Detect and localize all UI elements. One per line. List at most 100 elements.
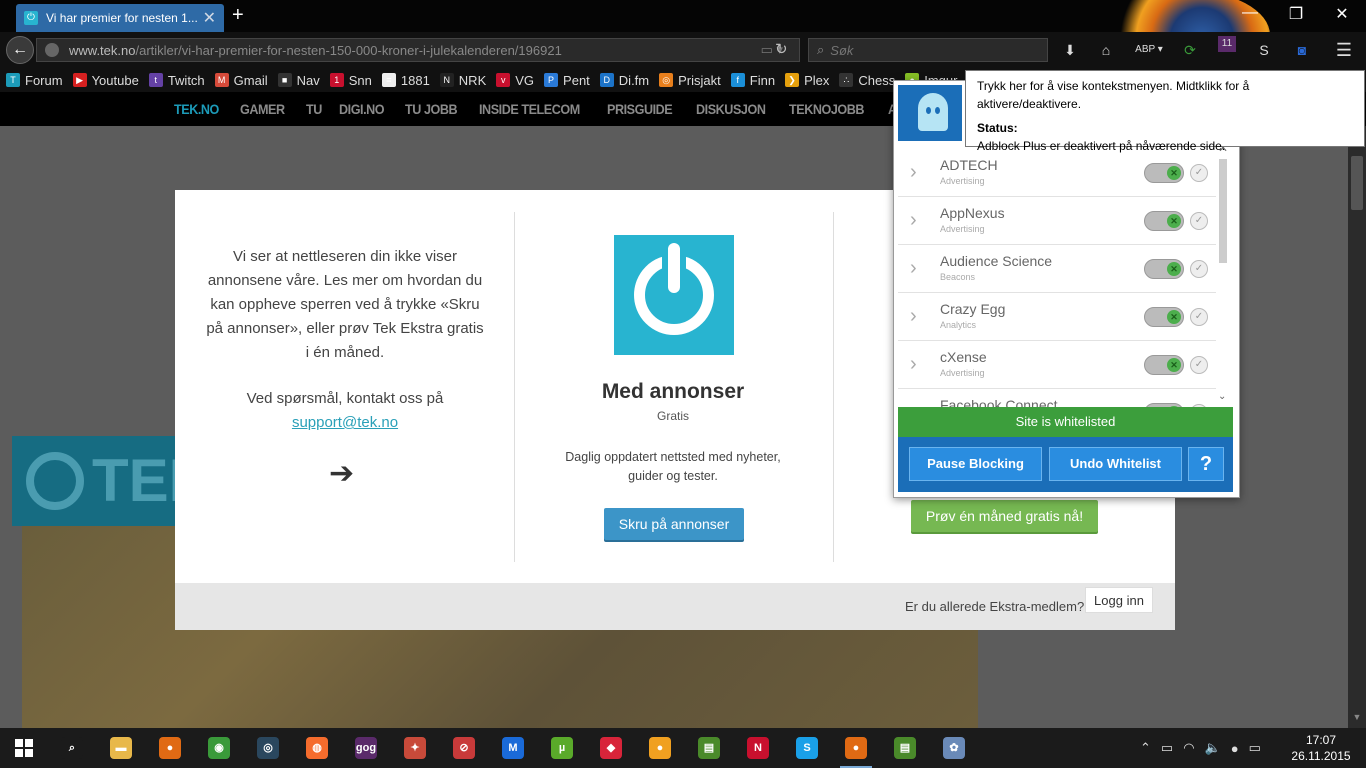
site-nav-diskusjon[interactable]: DISKUSJON bbox=[696, 101, 766, 117]
site-nav-digi-no[interactable]: DIGI.NO bbox=[339, 101, 385, 117]
taskbar-firefox-2[interactable]: ● bbox=[832, 728, 880, 768]
bookmark-finn[interactable]: f Finn bbox=[730, 73, 775, 88]
bookmark-youtube[interactable]: ▶ Youtube bbox=[72, 73, 139, 88]
chevron-down-icon[interactable]: ⌄ bbox=[1218, 391, 1226, 402]
close-window-button[interactable]: ✕ bbox=[1322, 4, 1362, 24]
bookmark-snn[interactable]: 1 Snn bbox=[329, 73, 372, 88]
bookmark-di-fm[interactable]: D Di.fm bbox=[599, 73, 649, 88]
tray-icon[interactable]: ▭ bbox=[1249, 740, 1261, 756]
tray-icon[interactable]: ▭ bbox=[1161, 740, 1173, 756]
trust-check-icon[interactable]: ✓ bbox=[1190, 212, 1208, 230]
tracker-row[interactable]: › cXense Advertising ✕ ✓ bbox=[898, 341, 1216, 389]
taskbar-file-explorer[interactable]: ▬ bbox=[97, 728, 145, 768]
adblock-plus-icon[interactable]: ABP ▾ bbox=[1132, 38, 1166, 62]
site-nav-tu-jobb[interactable]: TU JOBB bbox=[405, 101, 458, 117]
site-nav-inside-telecom[interactable]: INSIDE TELECOM bbox=[479, 101, 580, 117]
back-button[interactable]: ← bbox=[6, 36, 34, 64]
minimize-button[interactable]: — bbox=[1230, 4, 1270, 22]
tab-active[interactable]: ⏻ Vi har premier for nesten 1... ✕ bbox=[16, 4, 224, 32]
site-nav-gamer[interactable]: GAMER bbox=[240, 101, 285, 117]
chevron-right-icon[interactable]: › bbox=[910, 257, 917, 280]
bookmark-vg[interactable]: v VG bbox=[496, 73, 534, 88]
bookmark-prisjakt[interactable]: ◎ Prisjakt bbox=[659, 73, 721, 88]
reload-icon[interactable]: ↻ bbox=[775, 40, 788, 58]
bookmark-plex[interactable]: ❯ Plex bbox=[785, 73, 829, 88]
tray-icon[interactable]: ● bbox=[1231, 741, 1239, 756]
support-email-link[interactable]: support@tek.no bbox=[292, 414, 398, 431]
search-input[interactable] bbox=[830, 42, 1031, 58]
clock[interactable]: 17:07 26.11.2015 bbox=[1290, 732, 1352, 764]
url-bar[interactable]: www.tek.no/artikler/vi-har-premier-for-n… bbox=[36, 38, 800, 62]
site-info-icon[interactable] bbox=[45, 43, 59, 57]
taskbar-app-17[interactable]: ▤ bbox=[881, 728, 929, 768]
taskbar-chrome[interactable]: ◉ bbox=[195, 728, 243, 768]
bookmark-nav[interactable]: ■ Nav bbox=[277, 73, 320, 88]
taskbar-search[interactable]: ⌕ bbox=[48, 728, 96, 768]
restore-button[interactable]: ❐ bbox=[1276, 4, 1316, 24]
site-nav-tu[interactable]: TU bbox=[306, 101, 322, 117]
chevron-right-icon[interactable]: › bbox=[910, 305, 917, 328]
scroll-down-icon[interactable]: ▼ bbox=[1348, 712, 1366, 722]
sync-icon[interactable]: ⟳ bbox=[1178, 38, 1202, 62]
new-tab-button[interactable]: + bbox=[232, 5, 244, 25]
menu-icon[interactable]: ☰ bbox=[1332, 38, 1356, 62]
free-trial-button[interactable]: Prøv én måned gratis nå! bbox=[911, 500, 1098, 532]
site-nav-tek-no[interactable]: TEK.NO bbox=[174, 101, 219, 117]
tracker-block-toggle[interactable]: ✕ bbox=[1144, 259, 1184, 279]
trust-check-icon[interactable]: ✓ bbox=[1190, 260, 1208, 278]
bookmark-nrk[interactable]: N NRK bbox=[439, 73, 486, 88]
taskbar-gog[interactable]: gog bbox=[342, 728, 390, 768]
trust-check-icon[interactable]: ✓ bbox=[1190, 356, 1208, 374]
page-scrollbar[interactable]: ▲ ▼ bbox=[1348, 126, 1366, 728]
taskbar-malwarebytes[interactable]: M bbox=[489, 728, 537, 768]
tracker-row[interactable]: › Audience Science Beacons ✕ ✓ bbox=[898, 245, 1216, 293]
taskbar-app-11[interactable]: ◆ bbox=[587, 728, 635, 768]
pause-blocking-button[interactable]: Pause Blocking bbox=[909, 447, 1042, 481]
notification-badge[interactable]: 11 bbox=[1218, 36, 1236, 52]
tracker-block-toggle[interactable]: ✕ bbox=[1144, 355, 1184, 375]
ghostery-toolbar-icon[interactable]: ◙ bbox=[1290, 38, 1314, 62]
tracker-row[interactable]: ›Facebook Connect✕✓ bbox=[898, 389, 1216, 409]
tray-icon[interactable]: ⌃ bbox=[1140, 740, 1151, 756]
tracker-row[interactable]: › ADTECH Advertising ✕ ✓ bbox=[898, 149, 1216, 197]
tracker-block-toggle[interactable]: ✕ bbox=[1144, 163, 1184, 183]
bookmark-twitch[interactable]: t Twitch bbox=[148, 73, 205, 88]
tray-icon[interactable]: ◠ bbox=[1183, 740, 1194, 756]
taskbar-netflix[interactable]: N bbox=[734, 728, 782, 768]
home-icon[interactable]: ⌂ bbox=[1094, 38, 1118, 62]
bookmark-pent[interactable]: P Pent bbox=[544, 73, 590, 88]
site-nav-teknojobb[interactable]: TEKNOJOBB bbox=[789, 101, 865, 117]
login-button[interactable]: Logg inn bbox=[1085, 587, 1153, 613]
bookmark-1881[interactable]: ≡ 1881 bbox=[381, 73, 430, 88]
chevron-right-icon[interactable]: › bbox=[910, 209, 917, 232]
taskbar-steam[interactable]: ◎ bbox=[244, 728, 292, 768]
scrollbar-thumb[interactable] bbox=[1351, 156, 1363, 210]
help-button[interactable]: ? bbox=[1188, 447, 1224, 481]
enable-ads-button[interactable]: Skru på annonser bbox=[604, 508, 744, 540]
tracker-scrollbar[interactable]: ⌄ bbox=[1218, 155, 1228, 405]
chevron-right-icon[interactable]: › bbox=[910, 161, 917, 184]
taskbar-app-13[interactable]: ▤ bbox=[685, 728, 733, 768]
url-text[interactable]: www.tek.no/artikler/vi-har-premier-for-n… bbox=[69, 43, 761, 58]
bookmark-gmail[interactable]: M Gmail bbox=[214, 73, 268, 88]
tracker-block-toggle[interactable]: ✕ bbox=[1144, 307, 1184, 327]
tracker-row[interactable]: › AppNexus Advertising ✕ ✓ bbox=[898, 197, 1216, 245]
tracker-block-toggle[interactable]: ✕ bbox=[1144, 211, 1184, 231]
taskbar-firefox[interactable]: ● bbox=[146, 728, 194, 768]
search-bar[interactable]: ⌕ bbox=[808, 38, 1048, 62]
site-nav-prisguide[interactable]: PRISGUIDE bbox=[607, 101, 673, 117]
taskbar-utorrent[interactable]: µ bbox=[538, 728, 586, 768]
taskbar-app-12[interactable]: ● bbox=[636, 728, 684, 768]
taskbar-app-18[interactable]: ✿ bbox=[930, 728, 978, 768]
extension-s-icon[interactable]: S bbox=[1252, 38, 1276, 62]
bookmark-chess[interactable]: ∴ Chess bbox=[839, 73, 895, 88]
start-button[interactable] bbox=[0, 728, 48, 768]
tracker-row[interactable]: › Crazy Egg Analytics ✕ ✓ bbox=[898, 293, 1216, 341]
tracker-scrollbar-thumb[interactable] bbox=[1219, 159, 1227, 263]
trust-check-icon[interactable]: ✓ bbox=[1190, 308, 1208, 326]
taskbar-origin[interactable]: ◍ bbox=[293, 728, 341, 768]
bookmark-forum[interactable]: T Forum bbox=[6, 73, 63, 88]
undo-whitelist-button[interactable]: Undo Whitelist bbox=[1049, 447, 1182, 481]
tray-icon[interactable]: 🔈 bbox=[1205, 740, 1221, 756]
trust-check-icon[interactable]: ✓ bbox=[1190, 164, 1208, 182]
